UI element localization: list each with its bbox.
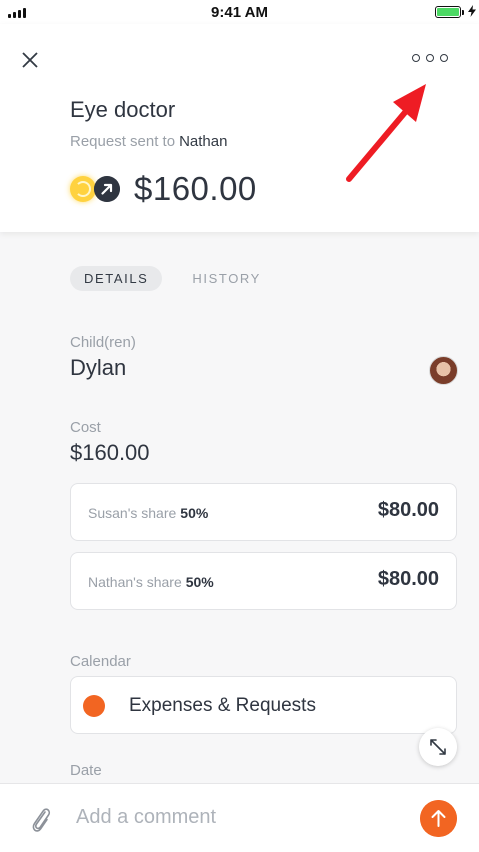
battery-icon — [435, 6, 461, 18]
date-label: Date — [70, 762, 102, 779]
share-amount: $80.00 — [377, 499, 439, 521]
share-percent: 50% — [185, 574, 214, 590]
calendar-selector[interactable]: Expenses & Requests — [70, 676, 457, 734]
detail-tabs: DETAILS HISTORY — [70, 266, 261, 291]
tab-history[interactable]: HISTORY — [192, 266, 261, 291]
children-label: Child(ren) — [70, 334, 136, 351]
close-icon[interactable] — [18, 48, 42, 72]
request-type-icons — [70, 175, 122, 203]
calendar-name: Expenses & Requests — [129, 695, 316, 716]
share-owner: Susan's share — [88, 505, 177, 521]
comment-bar — [0, 783, 479, 852]
arrow-up-right-icon — [94, 176, 120, 202]
coin-icon — [70, 176, 96, 202]
share-amount: $80.00 — [377, 568, 439, 590]
status-bar: 9:41 AM — [0, 0, 479, 24]
paperclip-icon[interactable] — [30, 804, 52, 834]
share-card-nathan: Nathan's share 50% $80.00 — [70, 552, 457, 610]
request-subtitle: Request sent to Nathan — [70, 133, 228, 150]
share-owner: Nathan's share — [88, 574, 182, 590]
cost-value: $160.00 — [70, 440, 150, 465]
tab-details[interactable]: DETAILS — [70, 266, 163, 291]
annotation-arrow — [346, 84, 426, 182]
status-time: 9:41 AM — [211, 4, 268, 21]
send-button[interactable] — [420, 800, 457, 837]
calendar-color-dot — [83, 695, 105, 717]
request-amount: $160.00 — [134, 170, 257, 207]
avatar — [429, 356, 458, 385]
calendar-label: Calendar — [70, 653, 131, 670]
recipient-name: Nathan — [179, 133, 228, 150]
cost-label: Cost — [70, 419, 101, 436]
charging-icon — [468, 5, 476, 17]
expand-icon[interactable] — [419, 728, 457, 766]
comment-input[interactable] — [76, 803, 396, 831]
children-value: Dylan — [70, 355, 127, 380]
share-card-susan: Susan's share 50% $80.00 — [70, 483, 457, 541]
share-percent: 50% — [180, 505, 209, 521]
request-title: Eye doctor — [70, 97, 176, 122]
